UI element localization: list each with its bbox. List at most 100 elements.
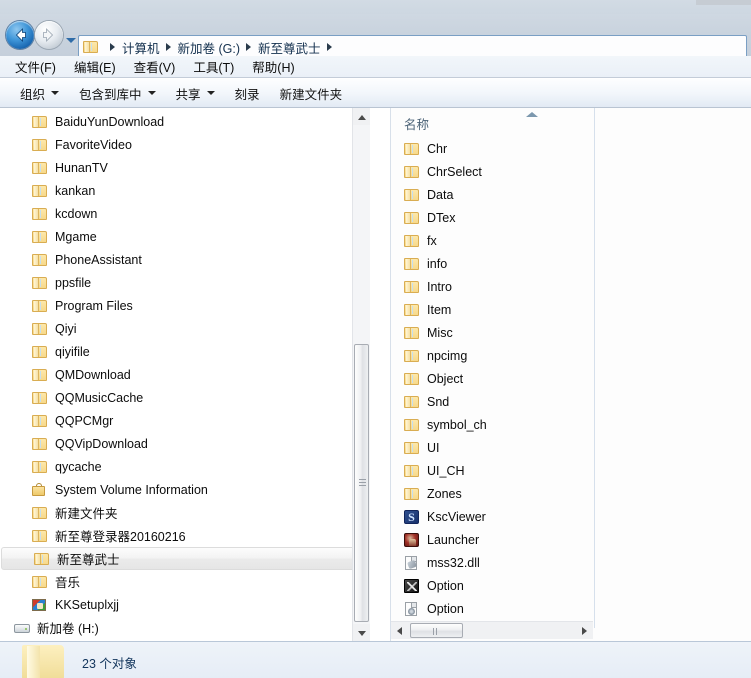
tree-item[interactable]: PhoneAssistant <box>0 248 370 271</box>
recent-locations-button[interactable] <box>66 38 76 43</box>
scroll-right-button[interactable] <box>576 622 593 639</box>
folder-icon <box>404 141 420 157</box>
breadcrumb-separator[interactable] <box>326 43 332 51</box>
navigation-pane-scrollbar[interactable] <box>352 108 370 641</box>
breadcrumb-separator[interactable] <box>246 43 252 51</box>
scroll-up-button[interactable] <box>353 108 370 125</box>
tree-item[interactable]: qycache <box>0 455 370 478</box>
folder-icon <box>32 459 48 475</box>
folder-icon <box>32 298 48 314</box>
tree-item[interactable]: KKSetuplxjj <box>0 593 370 616</box>
file-list-item[interactable]: Option <box>391 574 594 597</box>
breadcrumb-separator[interactable] <box>165 43 171 51</box>
tree-item[interactable]: qiyifile <box>0 340 370 363</box>
tree-item[interactable]: QQMusicCache <box>0 386 370 409</box>
content-area: BaiduYunDownload FavoriteVideo HunanTV kank… <box>0 108 751 641</box>
file-list-item-label: Option <box>427 601 464 616</box>
file-list-item[interactable]: npcimg <box>391 344 594 367</box>
forward-button[interactable] <box>35 21 63 49</box>
file-list-item[interactable]: S KscViewer <box>391 505 594 528</box>
tree-item-label: 新至尊武士 <box>57 553 120 567</box>
file-list-item[interactable]: ChrSelect <box>391 160 594 183</box>
scroll-down-button[interactable] <box>353 624 370 641</box>
folder-icon <box>32 137 48 153</box>
toolbar-share[interactable]: 共享 <box>166 81 225 106</box>
back-button[interactable] <box>6 21 34 49</box>
tree-item[interactable]: kankan <box>0 179 370 202</box>
toolbar-include-in-library[interactable]: 包含到库中 <box>69 81 166 106</box>
file-list-item[interactable]: Intro <box>391 275 594 298</box>
navigation-bar: 计算机 新加卷 (G:) 新至尊武士 <box>0 14 751 59</box>
tree-item[interactable]: 新至尊登录器20160216 <box>0 524 370 547</box>
tree-item[interactable]: ppsfile <box>0 271 370 294</box>
folder-icon <box>404 348 420 364</box>
tree-item[interactable]: QMDownload <box>0 363 370 386</box>
scrollbar-grip-icon <box>359 479 366 487</box>
toolbar-new-folder-label: 新建文件夹 <box>279 87 343 102</box>
file-list-item-label: info <box>427 256 448 271</box>
folder-icon <box>32 413 48 429</box>
tree-item-label: 音乐 <box>55 576 81 590</box>
tree-item[interactable]: FavoriteVideo <box>0 133 370 156</box>
tree-item[interactable]: Program Files <box>0 294 370 317</box>
file-list-item-label: Data <box>427 187 454 202</box>
file-list-item[interactable]: Item <box>391 298 594 321</box>
tree-item-selected[interactable]: 新至尊武士 <box>1 547 359 570</box>
scroll-left-button[interactable] <box>391 622 408 639</box>
toolbar-organize[interactable]: 组织 <box>10 81 69 106</box>
tree-item[interactable]: HunanTV <box>0 156 370 179</box>
file-list-item[interactable]: DTex <box>391 206 594 229</box>
file-list-horizontal-scrollbar[interactable] <box>391 621 593 639</box>
folder-icon <box>32 206 48 222</box>
breadcrumb-separator[interactable] <box>110 43 115 51</box>
menu-bar: 文件(F) 编辑(E) 查看(V) 工具(T) 帮助(H) <box>0 56 751 78</box>
forward-arrow-icon <box>43 28 54 42</box>
column-header-name[interactable]: 名称 <box>404 114 429 133</box>
file-list-item[interactable]: UI <box>391 436 594 459</box>
menu-file[interactable]: 文件(F) <box>6 55 65 78</box>
file-list-item[interactable]: UI_CH <box>391 459 594 482</box>
file-list-item[interactable]: Data <box>391 183 594 206</box>
tree-item[interactable]: BaiduYunDownload <box>0 110 370 133</box>
folder-icon <box>404 210 420 226</box>
breadcrumb-item-current-folder[interactable]: 新至尊武士 <box>256 38 323 57</box>
tree-item[interactable]: System Volume Information <box>0 478 370 501</box>
file-list-pane: 名称 Chr ChrSelect Data DTex fx info Intro Item Mi… <box>391 108 751 641</box>
file-list-item[interactable]: Zones <box>391 482 594 505</box>
tree-item[interactable]: 新加卷 (H:) <box>0 616 370 639</box>
sort-ascending-icon <box>526 112 538 117</box>
tree-item[interactable]: Mgame <box>0 225 370 248</box>
file-list-item[interactable]: Misc <box>391 321 594 344</box>
menu-help[interactable]: 帮助(H) <box>243 55 303 78</box>
file-list-item[interactable]: Object <box>391 367 594 390</box>
tree-item[interactable]: 新建文件夹 <box>0 501 370 524</box>
file-list-item-label: Zones <box>427 486 462 501</box>
file-list-item[interactable]: mss32.dll <box>391 551 594 574</box>
scrollbar-thumb[interactable] <box>354 344 369 622</box>
tree-item[interactable]: kcdown <box>0 202 370 225</box>
breadcrumb-item-computer[interactable]: 计算机 <box>120 38 162 57</box>
file-list-item[interactable]: info <box>391 252 594 275</box>
menu-view[interactable]: 查看(V) <box>125 55 185 78</box>
menu-edit[interactable]: 编辑(E) <box>65 55 125 78</box>
horizontal-scrollbar-thumb[interactable] <box>410 623 463 638</box>
tree-item[interactable]: 音乐 <box>0 570 370 593</box>
folder-icon <box>32 183 48 199</box>
file-list-item-label: UI <box>427 440 440 455</box>
tree-item[interactable]: Qiyi <box>0 317 370 340</box>
folder-icon <box>404 233 420 249</box>
tree-item[interactable]: QQVipDownload <box>0 432 370 455</box>
file-list-item[interactable]: Chr <box>391 137 594 160</box>
file-list-item[interactable]: symbol_ch <box>391 413 594 436</box>
toolbar-burn[interactable]: 刻录 <box>225 81 270 106</box>
file-list-item[interactable]: Snd <box>391 390 594 413</box>
file-list-item-label: Chr <box>427 141 448 156</box>
file-list-item[interactable]: Launcher <box>391 528 594 551</box>
tree-item-label: HunanTV <box>55 160 108 175</box>
tree-item[interactable]: QQPCMgr <box>0 409 370 432</box>
breadcrumb-item-drive-g[interactable]: 新加卷 (G:) <box>176 38 243 57</box>
file-list-item[interactable]: Option <box>391 597 594 620</box>
toolbar-new-folder[interactable]: 新建文件夹 <box>270 81 353 106</box>
file-list-item[interactable]: fx <box>391 229 594 252</box>
menu-tools[interactable]: 工具(T) <box>184 55 243 78</box>
